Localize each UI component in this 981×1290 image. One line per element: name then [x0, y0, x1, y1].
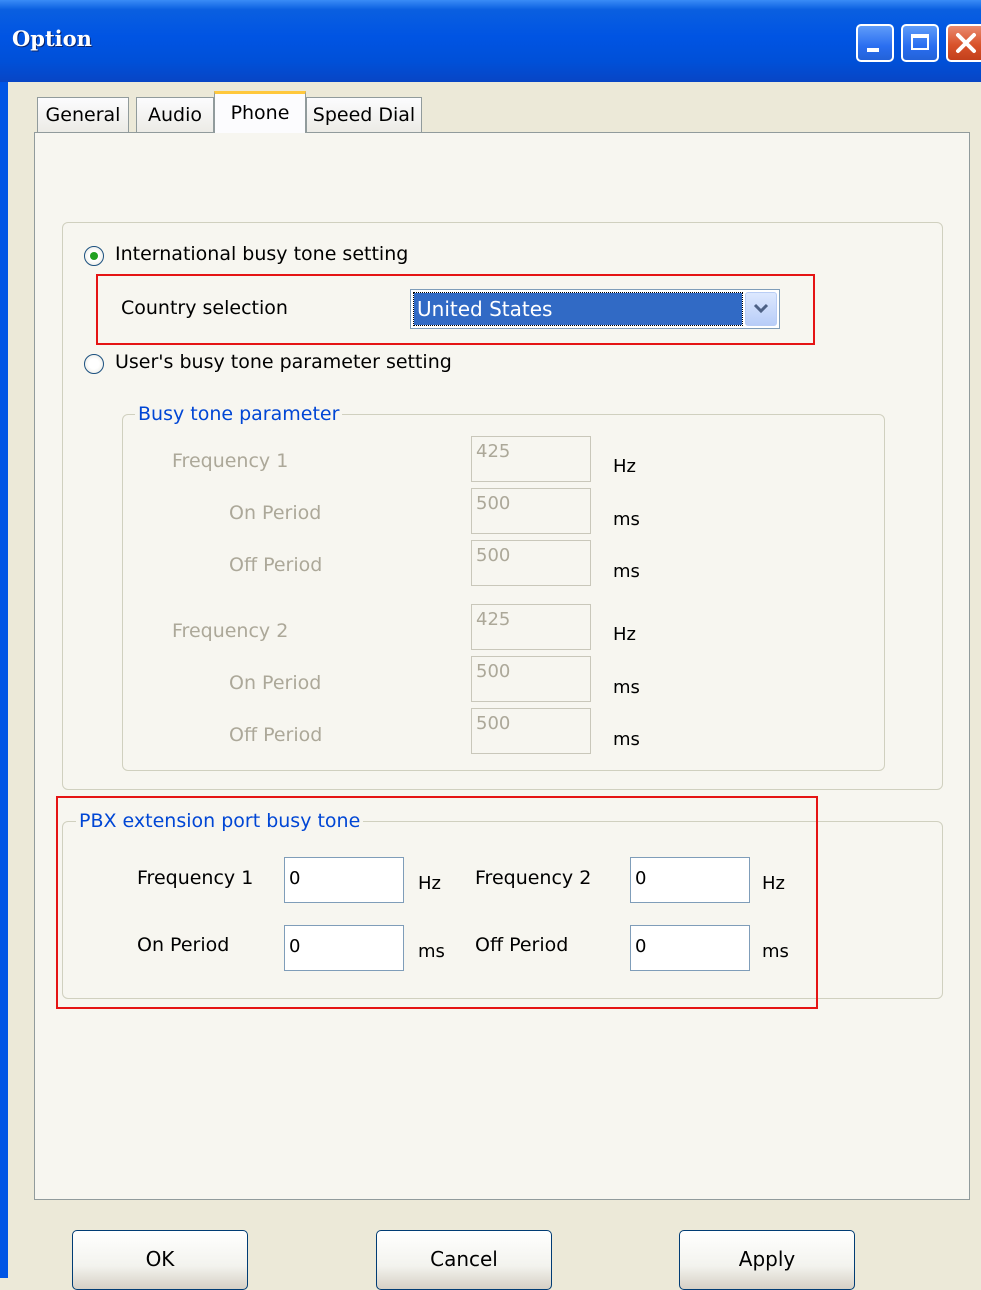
param-off-period-1-label: Off Period: [229, 554, 323, 576]
country-selection-label: Country selection: [121, 297, 288, 319]
country-dropdown-button[interactable]: [745, 292, 777, 326]
param-frequency-1-unit: Hz: [613, 456, 636, 477]
pbx-frequency-1-unit: Hz: [418, 873, 441, 894]
param-frequency-2-label: Frequency 2: [172, 620, 289, 642]
ok-button[interactable]: OK: [72, 1230, 248, 1290]
close-button[interactable]: [946, 24, 981, 62]
intl-busy-tone-radio[interactable]: [84, 246, 104, 266]
param-frequency-1-label: Frequency 1: [172, 450, 289, 472]
param-on-period-1-input[interactable]: 500: [471, 488, 591, 534]
pbx-off-period-label: Off Period: [475, 934, 569, 956]
chevron-down-icon: [753, 303, 769, 314]
tab-phone[interactable]: Phone: [214, 91, 306, 133]
busy-tone-parameter-title: Busy tone parameter: [135, 403, 343, 425]
pbx-busy-tone-title: PBX extension port busy tone: [76, 810, 364, 832]
apply-button[interactable]: Apply: [679, 1230, 855, 1290]
param-off-period-1-input[interactable]: 500: [471, 540, 591, 586]
pbx-frequency-1-label: Frequency 1: [137, 867, 254, 889]
window-frame-left: [0, 82, 8, 1278]
param-frequency-1-input[interactable]: 425: [471, 436, 591, 482]
param-off-period-2-input[interactable]: 500: [471, 708, 591, 754]
param-frequency-2-unit: Hz: [613, 624, 636, 645]
param-frequency-2-input[interactable]: 425: [471, 604, 591, 650]
country-select-value: United States: [413, 292, 743, 326]
user-busy-tone-radio[interactable]: [84, 354, 104, 374]
minimize-icon: [867, 48, 879, 52]
param-on-period-1-unit: ms: [613, 509, 640, 530]
user-busy-tone-label[interactable]: User's busy tone parameter setting: [115, 351, 452, 373]
maximize-button[interactable]: [901, 24, 939, 62]
tab-general[interactable]: General: [37, 97, 129, 132]
pbx-off-period-unit: ms: [762, 941, 789, 962]
param-off-period-2-label: Off Period: [229, 724, 323, 746]
param-on-period-2-input[interactable]: 500: [471, 656, 591, 702]
pbx-on-period-input[interactable]: 0: [284, 925, 404, 971]
tab-speed-dial[interactable]: Speed Dial: [306, 97, 422, 132]
pbx-frequency-2-unit: Hz: [762, 873, 785, 894]
param-off-period-1-unit: ms: [613, 561, 640, 582]
pbx-on-period-unit: ms: [418, 941, 445, 962]
cancel-button[interactable]: Cancel: [376, 1230, 552, 1290]
pbx-frequency-1-input[interactable]: 0: [284, 857, 404, 903]
radio-selected-dot: [90, 252, 98, 260]
title-bar[interactable]: Option: [0, 0, 981, 82]
tab-audio[interactable]: Audio: [136, 97, 214, 132]
pbx-on-period-label: On Period: [137, 934, 230, 956]
param-off-period-2-unit: ms: [613, 729, 640, 750]
close-icon: [956, 33, 976, 53]
country-select[interactable]: United States: [410, 289, 780, 329]
intl-busy-tone-label[interactable]: International busy tone setting: [115, 243, 408, 265]
window-title: Option: [12, 26, 92, 51]
pbx-off-period-input[interactable]: 0: [630, 925, 750, 971]
pbx-frequency-2-label: Frequency 2: [475, 867, 592, 889]
maximize-icon: [911, 34, 929, 50]
param-on-period-2-label: On Period: [229, 672, 322, 694]
param-on-period-2-unit: ms: [613, 677, 640, 698]
param-on-period-1-label: On Period: [229, 502, 322, 524]
minimize-button[interactable]: [856, 24, 894, 62]
pbx-frequency-2-input[interactable]: 0: [630, 857, 750, 903]
